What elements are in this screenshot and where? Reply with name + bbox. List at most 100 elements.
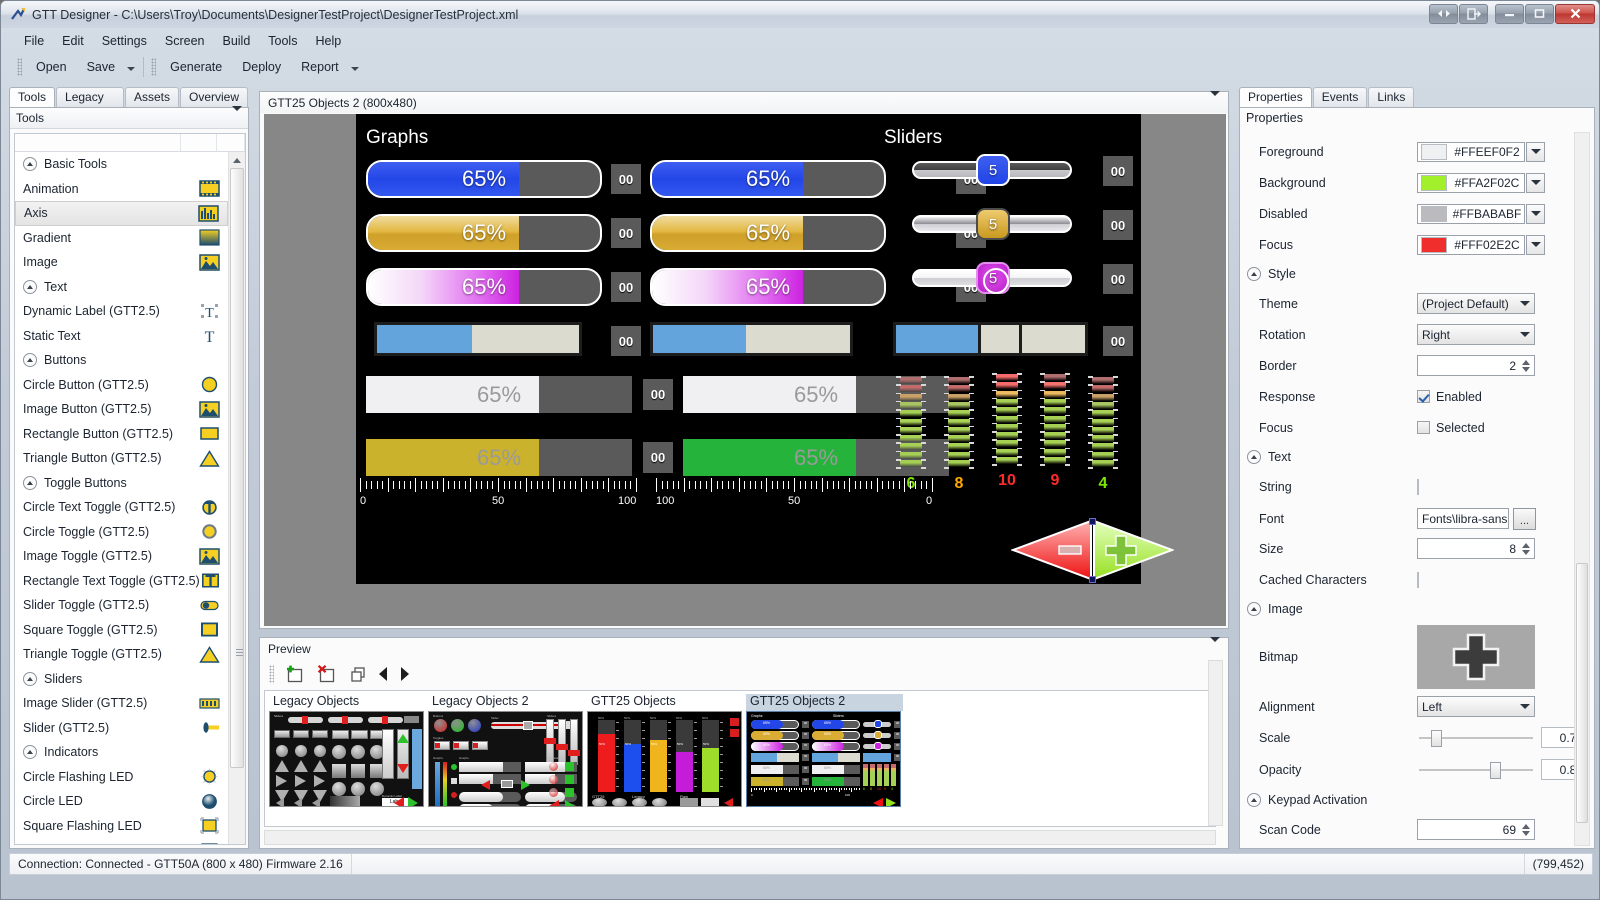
plus-triangle-button[interactable] — [1092, 519, 1174, 581]
tool-item-image-toggle-gtt2-5[interactable]: Image Toggle (GTT2.5) — [15, 544, 228, 569]
combo-box[interactable]: Right — [1417, 324, 1535, 345]
spinner-arrows[interactable] — [1520, 542, 1531, 555]
tool-item-gradient[interactable]: Gradient — [15, 226, 228, 251]
tool-group-buttons[interactable]: Buttons — [15, 348, 228, 373]
slider-thumb[interactable] — [1490, 762, 1501, 779]
tool-item-circle-flashing-led[interactable]: Circle Flashing LED — [15, 765, 228, 790]
chevron-down-icon[interactable] — [1520, 301, 1530, 306]
tool-group-toggle-buttons[interactable]: Toggle Buttons — [15, 471, 228, 496]
tools-list[interactable]: Basic Tools Animation Axis Gradient Image Tex… — [15, 152, 228, 844]
tool-item-triangle-toggle-gtt2-5[interactable]: Triangle Toggle (GTT2.5) — [15, 642, 228, 667]
tool-item-static-text[interactable]: Static Text T — [15, 324, 228, 349]
spinner-size[interactable]: 8 — [1417, 538, 1535, 559]
color-value-box[interactable]: #FFA2F02C — [1417, 172, 1525, 193]
preview-screen-list[interactable]: Legacy Objects Sliders Dynamic Label Label… — [264, 690, 1216, 827]
color-value-box[interactable]: #FFF02E2C — [1417, 234, 1525, 255]
menu-settings[interactable]: Settings — [93, 31, 156, 51]
toolbar-overflow-1[interactable] — [125, 57, 136, 77]
font-path-input[interactable]: Fonts\libra-sans — [1417, 508, 1509, 529]
checkbox-control[interactable]: Selected — [1417, 421, 1485, 435]
chevron-down-icon[interactable] — [232, 106, 242, 125]
numeric-box-legacy-1[interactable]: 00 — [611, 326, 641, 356]
preview-thumbnail[interactable]: Sliders Dynamic Label Label — [269, 711, 424, 807]
collapse-icon[interactable] — [23, 671, 37, 686]
next-screen-icon[interactable] — [395, 662, 413, 686]
numeric-box-slider-magenta[interactable]: 00 — [1103, 264, 1133, 294]
progress-bar-magenta-1[interactable]: 65% — [366, 268, 602, 306]
numeric-box-magenta[interactable]: 00 — [611, 272, 641, 302]
slider-knob[interactable]: 5 — [976, 208, 1010, 240]
report-button[interactable]: Report — [291, 55, 349, 79]
properties-rows[interactable]: Foreground #FFEEF0F2 Background #FFA2F02… — [1241, 130, 1595, 848]
checkbox-control[interactable]: Enabled — [1417, 390, 1482, 404]
prev-screen-icon[interactable] — [375, 662, 393, 686]
collapse-icon[interactable] — [1247, 793, 1261, 807]
tool-item-circle-button-gtt2-5[interactable]: Circle Button (GTT2.5) — [15, 373, 228, 398]
delete-screen-icon[interactable] — [311, 662, 341, 686]
bar-meter-4[interactable] — [1040, 372, 1070, 468]
tool-group-sliders[interactable]: Sliders — [15, 667, 228, 692]
slider-blue[interactable]: 5 — [912, 154, 1072, 186]
tool-item-rectangle-text-toggle-gtt2-5[interactable]: Rectangle Text Toggle (GTT2.5) — [15, 569, 228, 594]
bar-meter-1[interactable] — [896, 375, 926, 471]
combo-box[interactable]: Left — [1417, 696, 1535, 717]
preview-thumbnail[interactable]: Buttons Slider Sliders Toggles Graphs Graphs I… — [428, 711, 583, 807]
numeric-box-slider-blue[interactable]: 00 — [1103, 156, 1133, 186]
toolbar-grip-2[interactable] — [151, 57, 157, 76]
spinner-scan-code[interactable]: 69 — [1417, 819, 1535, 840]
color-picker-foreground[interactable]: #FFEEF0F2 — [1417, 141, 1545, 162]
checkbox-focus[interactable]: Selected — [1417, 421, 1485, 435]
progress-bar-white-left[interactable]: 65% — [366, 376, 632, 413]
tab-assets[interactable]: Assets — [124, 87, 179, 107]
menu-edit[interactable]: Edit — [53, 31, 93, 51]
open-button[interactable]: Open — [26, 55, 77, 79]
tool-item-slider-gtt2-5[interactable]: Slider (GTT2.5) — [15, 716, 228, 741]
bitmap-preview[interactable] — [1417, 625, 1535, 689]
bar-meter-2[interactable] — [944, 375, 974, 471]
menu-tools[interactable]: Tools — [259, 31, 306, 51]
axis-ruler-1[interactable]: 0 50 100 — [360, 478, 637, 510]
tool-item-slider-toggle-gtt2-5[interactable]: Slider Toggle (GTT2.5) — [15, 593, 228, 618]
progress-bar-magenta-2[interactable]: 65% — [650, 268, 886, 306]
collapse-icon[interactable] — [23, 157, 37, 172]
tool-item-circle-led[interactable]: Circle LED — [15, 789, 228, 814]
progress-bar-blue-1[interactable]: 65% — [366, 160, 602, 198]
tool-item-rectangle-button-gtt2-5[interactable]: Rectangle Button (GTT2.5) — [15, 422, 228, 447]
tool-item-circle-text-toggle-gtt2-5[interactable]: Circle Text Toggle (GTT2.5) — [15, 495, 228, 520]
tab-events[interactable]: Events — [1312, 87, 1368, 107]
tool-item-dynamic-label-gtt2-5[interactable]: Dynamic Label (GTT2.5) T — [15, 299, 228, 324]
design-canvas[interactable]: Graphs Sliders 65% 65% 00 00 65% 65% 00 00 6… — [264, 114, 1226, 626]
tools-scroll-thumb[interactable] — [230, 168, 244, 768]
tool-item-image-button-gtt2-5[interactable]: Image Button (GTT2.5) — [15, 397, 228, 422]
tool-item-square-flashing-led[interactable]: Square Flashing LED — [15, 814, 228, 839]
tool-item-square-toggle-gtt2-5[interactable]: Square Toggle (GTT2.5) — [15, 618, 228, 643]
text-input[interactable] — [1417, 571, 1419, 588]
slider-knob[interactable]: 5 — [976, 154, 1010, 186]
numeric-box-legacy-3[interactable]: 00 — [1103, 326, 1133, 356]
tool-item-animation[interactable]: Animation — [15, 177, 228, 202]
slider-gold[interactable]: 5 — [912, 208, 1072, 240]
browse-button[interactable]: ... — [1513, 507, 1536, 530]
combo-box[interactable]: (Project Default) — [1417, 293, 1535, 314]
checkbox-icon[interactable] — [1417, 421, 1430, 434]
tool-group-text[interactable]: Text — [15, 275, 228, 300]
checkbox-response[interactable]: Enabled — [1417, 390, 1482, 404]
preview-item-1[interactable]: Legacy Objects 2 Buttons Slider Sliders Tog… — [428, 694, 585, 807]
preview-item-2[interactable]: GTT25 Objects 50% 50% 50% 50% 50% 50% 50% 50% 50… — [587, 694, 744, 807]
numeric-box-gold[interactable]: 00 — [611, 218, 641, 248]
detach-icon[interactable] — [1459, 3, 1488, 24]
chevron-down-icon[interactable] — [1526, 172, 1545, 193]
preview-toolbar-grip[interactable] — [269, 665, 274, 683]
numeric-box-gold-left[interactable]: 00 — [643, 442, 673, 473]
progress-bar-gold-left[interactable]: 65% — [366, 439, 632, 476]
preview-item-0[interactable]: Legacy Objects Sliders Dynamic Label Label — [269, 694, 426, 807]
slider-magenta[interactable]: 5 — [912, 262, 1072, 294]
tool-item-image[interactable]: Image — [15, 250, 228, 275]
selection-handle-top[interactable] — [1089, 518, 1096, 525]
minus-triangle-button[interactable] — [1011, 519, 1093, 581]
chevron-down-icon[interactable] — [1526, 234, 1545, 255]
preview-thumbnail[interactable]: 50% 50% 50% 50% 50% 50% 50% 50% 50% 50% GTT25 Legac… — [587, 711, 742, 807]
chevron-down-icon[interactable] — [1520, 704, 1530, 709]
minimize-icon[interactable] — [1495, 3, 1524, 24]
toolbar-overflow-2[interactable] — [349, 57, 360, 77]
